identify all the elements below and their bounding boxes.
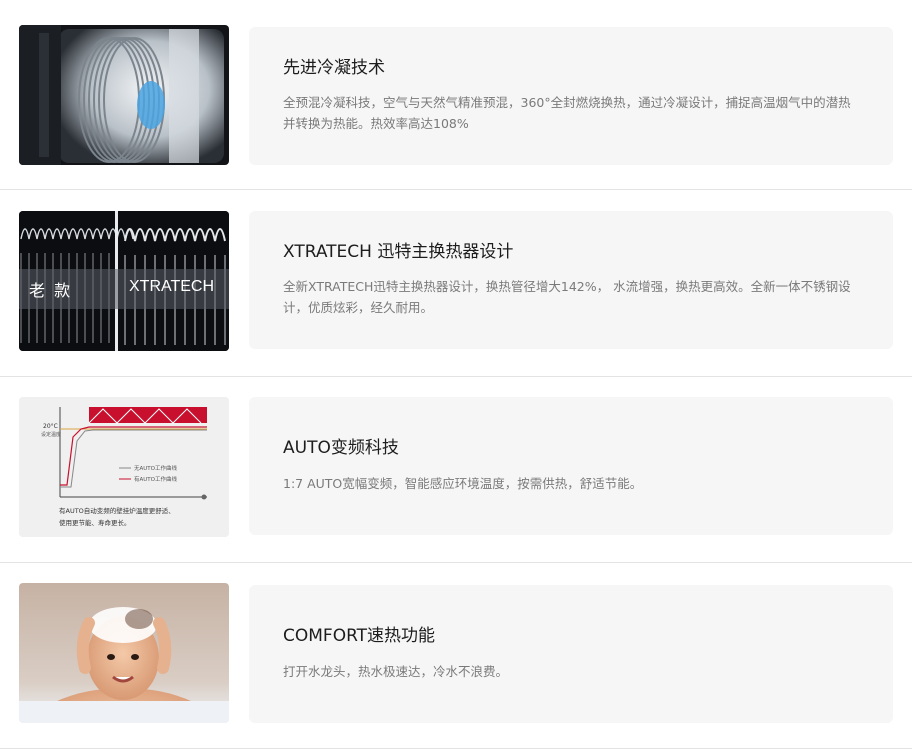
old-model-label: 老 款: [29, 281, 73, 300]
feature-card: AUTO变频科技 1:7 AUTO宽幅变频，智能感应环境温度，按需供热，舒适节能…: [249, 397, 893, 535]
legend-auto: 有AUTO工作曲线: [134, 477, 177, 483]
feature-list: 先进冷凝技术 全预混冷凝科技，空气与天然气精准预混，360°全封燃烧换热，通过冷…: [0, 0, 912, 751]
feature-row-condensing: 先进冷凝技术 全预混冷凝科技，空气与天然气精准预混，360°全封燃烧换热，通过冷…: [0, 0, 912, 186]
baby-bath-photo: [19, 583, 229, 723]
feature-row-comfort: COMFORT速热功能 打开水龙头，热水极速达，冷水不浪费。: [0, 562, 912, 748]
feature-card: 先进冷凝技术 全预混冷凝科技，空气与天然气精准预混，360°全封燃烧换热，通过冷…: [249, 27, 893, 165]
chart-caption-line2: 使用更节能、寿命更长。: [59, 519, 131, 527]
feature-card: COMFORT速热功能 打开水龙头，热水极速达，冷水不浪费。: [249, 585, 893, 723]
set-temp-label: 20°C: [43, 423, 58, 430]
condensing-heat-exchanger-image: [19, 25, 229, 165]
feature-description: 1:7 AUTO宽幅变频，智能感应环境温度，按需供热，舒适节能。: [283, 475, 643, 491]
xtratech-label: XTRATECH: [129, 278, 215, 295]
divider: [0, 748, 912, 749]
feature-card: XTRATECH 迅特主换热器设计 全新XTRATECH迅特主换热器设计，换热管…: [249, 211, 893, 349]
feature-title: COMFORT速热功能: [283, 626, 436, 647]
feature-description: 打开水龙头，热水极速达，冷水不浪费。: [283, 663, 509, 679]
feature-title: AUTO变频科技: [283, 438, 399, 459]
set-temp-sublabel: 设定温度: [41, 432, 62, 438]
feature-title: 先进冷凝技术: [283, 57, 385, 78]
auto-frequency-chart-image: 20°C 设定温度 无AUTO工作曲线 有AUTO工作曲线 有AUTO自动变频的…: [19, 397, 229, 537]
heat-exchanger-comparison-image: 老 款 XTRATECH: [19, 211, 229, 351]
feature-description: 全新XTRATECH迅特主换热器设计，换热管径增大142%， 水流增强，换热更高…: [283, 279, 851, 316]
feature-description: 全预混冷凝科技，空气与天然气精准预混，360°全封燃烧换热，通过冷凝设计，捕捉高…: [283, 95, 851, 132]
legend-no-auto: 无AUTO工作曲线: [134, 466, 177, 472]
feature-title: XTRATECH 迅特主换热器设计: [283, 241, 514, 262]
feature-row-auto: 20°C 设定温度 无AUTO工作曲线 有AUTO工作曲线 有AUTO自动变频的…: [0, 376, 912, 562]
chart-caption-line1: 有AUTO自动变频的壁挂炉温度更舒适、: [59, 507, 175, 515]
feature-row-xtratech: 老 款 XTRATECH XTRATECH 迅特主换热器设计 全新XTRATEC…: [0, 190, 912, 376]
